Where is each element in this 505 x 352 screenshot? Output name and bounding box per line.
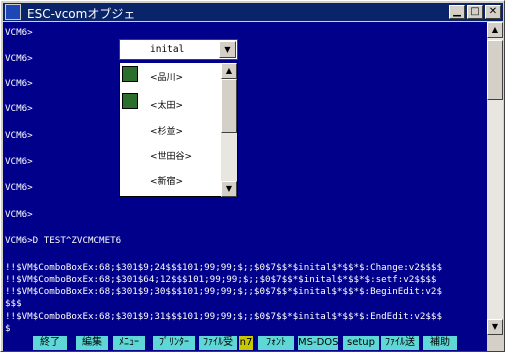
scroll-down-icon[interactable]: ▼	[221, 181, 237, 197]
scroll-up-icon[interactable]: ▲	[487, 22, 503, 38]
list-item[interactable]: <杉並>	[150, 124, 183, 137]
list-item[interactable]: <太田>	[150, 98, 183, 111]
terminal-line: VCM6>	[5, 103, 33, 114]
fkey-msdos-button[interactable]: MS-DOS	[298, 336, 338, 350]
combobox-dropdown-list[interactable]: <品川> <太田> <杉並> <世田谷> <新宿> ▲ ▼	[119, 60, 238, 197]
terminal-line: VCM6>	[5, 78, 33, 89]
terminal-line: VCM6>	[5, 156, 33, 167]
fkey-setup-button[interactable]: setup	[343, 336, 379, 350]
window-title: ESC-vcomオブジェ	[27, 7, 136, 21]
fkey-n7-button[interactable]: n7	[239, 336, 253, 350]
close-button[interactable]: ✕	[485, 5, 501, 19]
fkey-file-receive-button[interactable]: ﾌｧｲﾙ受	[199, 336, 237, 350]
fkey-aux-button[interactable]: 補助	[423, 336, 457, 350]
function-key-bar: 終了 編集 ﾒﾆｭｰ ﾌﾟﾘﾝﾀｰ ﾌｧｲﾙ受 n7 ﾌｫﾝﾄ MS-DOS s…	[3, 335, 487, 351]
terminal-line: VCM6>	[5, 53, 33, 64]
terminal-line: !!$VM$ComboBoxEx:68;$301$64;12$$$101;99;…	[5, 274, 437, 285]
terminal-line: VCM6>	[5, 130, 33, 141]
fkey-file-send-button[interactable]: ﾌｧｲﾙ送	[381, 336, 419, 350]
terminal-area[interactable]: VCM6> VCM6> VCM6> VCM6> VCM6> VCM6> VCM6…	[3, 22, 487, 335]
title-bar[interactable]: ESC-vcomオブジェ ▁ □ ✕	[3, 3, 503, 21]
scrollbar-thumb[interactable]	[221, 79, 237, 133]
fkey-edit-button[interactable]: 編集	[76, 336, 108, 350]
fkey-menu-button[interactable]: ﾒﾆｭｰ	[113, 336, 145, 350]
scroll-down-icon[interactable]: ▼	[487, 319, 503, 335]
list-item[interactable]: <世田谷>	[150, 149, 192, 162]
minimize-button[interactable]: ▁	[449, 5, 465, 19]
terminal-line: $	[5, 323, 11, 334]
terminal-line: !!$VM$ComboBoxEx:68;$301$9;31$$$101;99;9…	[5, 311, 442, 322]
chevron-down-icon[interactable]: ▼	[219, 41, 236, 58]
terminal-line: VCM6>	[5, 209, 33, 220]
terminal-line: VCM6>D TEST^ZVCMCMET6	[5, 235, 122, 246]
fkey-printer-button[interactable]: ﾌﾟﾘﾝﾀｰ	[153, 336, 195, 350]
item-image-icon	[122, 66, 138, 82]
list-item[interactable]: <品川>	[150, 70, 183, 83]
list-item[interactable]: <新宿>	[150, 174, 183, 187]
terminal-line: VCM6>	[5, 27, 33, 38]
terminal-scrollbar[interactable]: ▲ ▼	[487, 22, 503, 335]
scroll-up-icon[interactable]: ▲	[221, 63, 237, 79]
combobox-value: inital	[150, 44, 185, 55]
terminal-line: !!$VM$ComboBoxEx:68;$301$9;24$$$101;99;9…	[5, 262, 442, 273]
terminal-line: $$$	[5, 298, 22, 309]
dropdown-scrollbar[interactable]: ▲ ▼	[221, 63, 237, 197]
terminal-line: VCM6>	[5, 182, 33, 193]
fkey-font-button[interactable]: ﾌｫﾝﾄ	[258, 336, 294, 350]
app-icon[interactable]	[5, 4, 21, 20]
app-window: ESC-vcomオブジェ ▁ □ ✕ VCM6> VCM6> VCM6> VCM…	[0, 0, 505, 352]
terminal-line: !!$VM$ComboBoxEx:68;$301$9;30$$$101;99;9…	[5, 286, 442, 297]
fkey-quit-button[interactable]: 終了	[33, 336, 67, 350]
scrollbar-thumb[interactable]	[487, 40, 503, 100]
maximize-button[interactable]: □	[467, 5, 483, 19]
item-image-icon	[122, 93, 138, 109]
combobox[interactable]: inital ▼	[119, 39, 238, 60]
